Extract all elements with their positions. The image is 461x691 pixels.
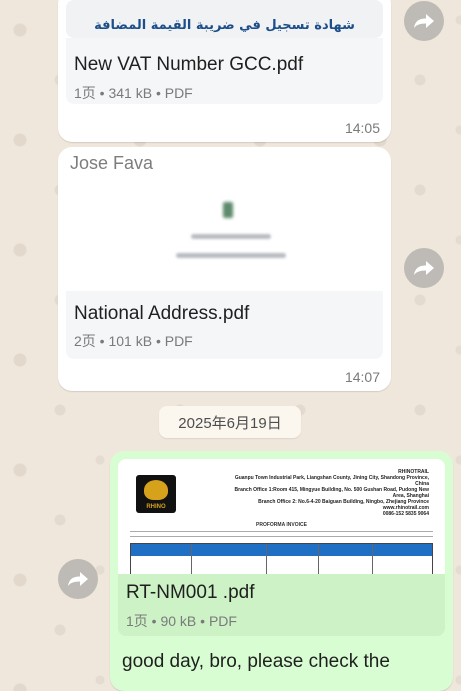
- invoice-title: PROFORMA INVOICE: [256, 522, 307, 528]
- pdf-header-text: RHINOTRAIL Guanpu Town Industrial Park, …: [234, 469, 429, 517]
- outgoing-document-message[interactable]: RHINO RHINOTRAIL Guanpu Town Industrial …: [110, 451, 453, 691]
- document-preview[interactable]: شهادة تسجيل في ضريبة القيمة المضافة: [66, 0, 383, 38]
- document-preview[interactable]: [66, 179, 383, 291]
- incoming-document-message[interactable]: Jose Fava National Address.pdf 2页 • 101 …: [58, 147, 391, 391]
- invoice-table-header: [131, 544, 432, 556]
- forward-button[interactable]: [404, 1, 444, 41]
- company-logo: RHINO: [136, 475, 176, 513]
- message-time: 14:05: [344, 120, 380, 136]
- forward-arrow-icon: [414, 261, 434, 275]
- message-time: 14:07: [344, 369, 380, 385]
- file-info: 1页 • 341 kB • PDF: [74, 85, 193, 101]
- forward-arrow-icon: [68, 572, 88, 586]
- date-separator: 2025年6月19日: [159, 406, 301, 438]
- incoming-document-message[interactable]: شهادة تسجيل في ضريبة القيمة المضافة New …: [58, 0, 391, 142]
- file-meta: National Address.pdf 2页 • 101 kB • PDF: [66, 291, 383, 359]
- file-meta: New VAT Number GCC.pdf 1页 • 341 kB • PDF: [66, 38, 383, 104]
- file-name: National Address.pdf: [74, 303, 250, 324]
- sender-name: Jose Fava: [70, 153, 154, 173]
- forward-button[interactable]: [58, 559, 98, 599]
- pdf-rule: [130, 531, 433, 537]
- blurred-text: [176, 253, 286, 258]
- file-name: New VAT Number GCC.pdf: [74, 54, 304, 75]
- file-info: 2页 • 101 kB • PDF: [74, 333, 193, 349]
- forward-arrow-icon: [414, 14, 434, 28]
- preview-emblem: [223, 202, 233, 218]
- document-preview[interactable]: RHINO RHINOTRAIL Guanpu Town Industrial …: [118, 459, 445, 574]
- preview-arabic-title: شهادة تسجيل في ضريبة القيمة المضافة: [94, 18, 355, 33]
- message-text: good day, bro, please check the: [122, 651, 390, 672]
- file-name: RT-NM001 .pdf: [126, 582, 255, 603]
- blurred-text: [191, 234, 271, 239]
- forward-button[interactable]: [404, 248, 444, 288]
- invoice-table: [130, 543, 433, 574]
- file-meta: RT-NM001 .pdf 1页 • 90 kB • PDF: [118, 574, 445, 636]
- file-info: 1页 • 90 kB • PDF: [126, 613, 237, 629]
